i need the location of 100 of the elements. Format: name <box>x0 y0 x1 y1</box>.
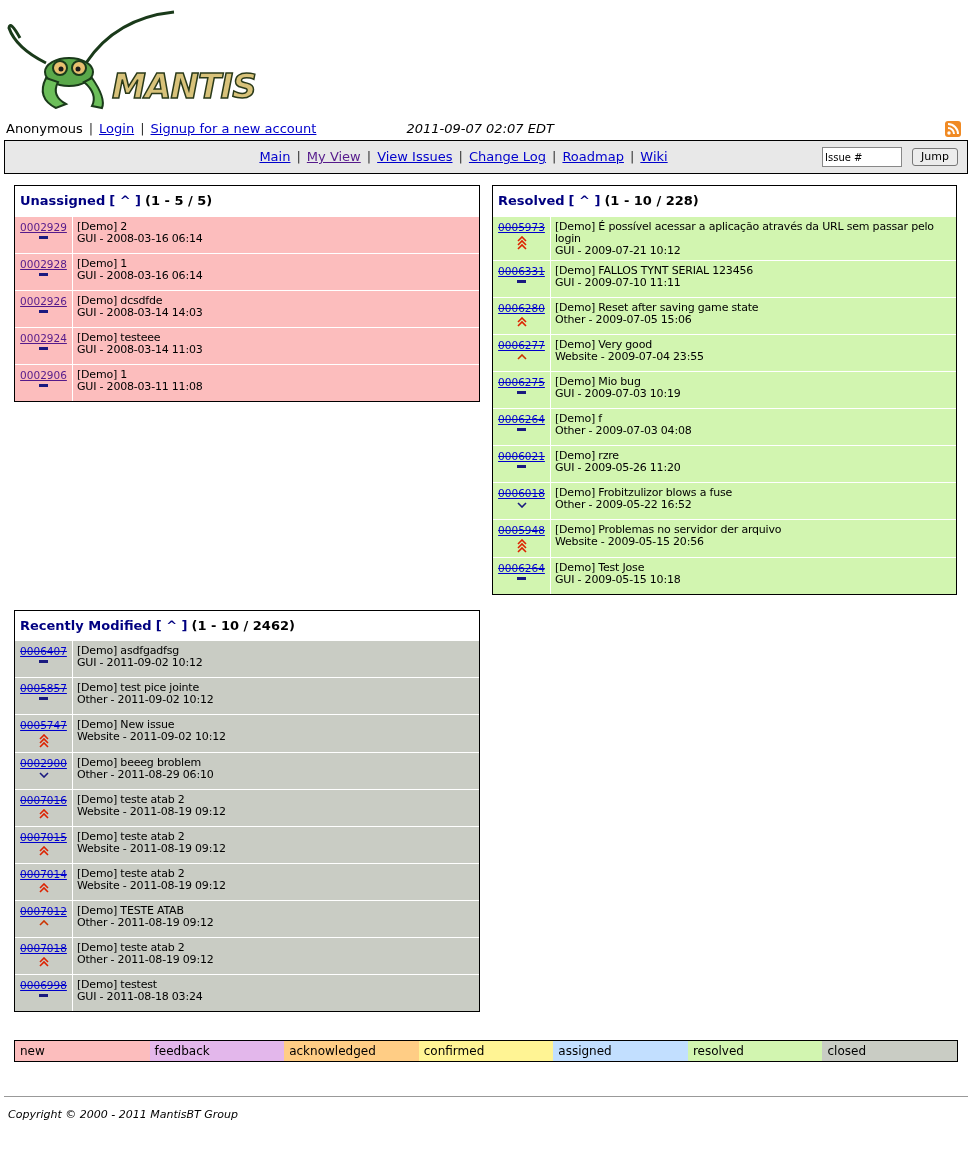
issue-meta: GUI - 2008-03-16 06:14 <box>77 269 203 282</box>
jump-button[interactable]: Jump <box>912 148 958 166</box>
issue-meta: Other - 2011-08-19 09:12 <box>77 917 214 929</box>
issue-summary: [Demo] New issue <box>77 719 176 731</box>
issue-meta: Other - 2011-08-29 06:10 <box>77 769 214 781</box>
issue-id-link[interactable]: 0006280 <box>498 301 545 314</box>
menu-link[interactable]: My View <box>306 147 361 167</box>
login-link[interactable]: Login <box>99 119 135 139</box>
panel-title[interactable]: Resolved <box>498 191 565 211</box>
panel-title[interactable]: Unassigned <box>20 191 106 211</box>
separator: | <box>140 120 145 139</box>
menu-link[interactable]: Roadmap <box>562 147 624 167</box>
menu-link[interactable]: Main <box>259 147 291 167</box>
issue-id-link[interactable]: 0006277 <box>498 338 545 351</box>
issue-id-link[interactable]: 0005973 <box>498 220 545 233</box>
collapse-link[interactable]: [ ^ ] <box>155 615 188 635</box>
issue-id-link[interactable]: 0006018 <box>498 486 545 499</box>
issue-id-link[interactable]: 0007012 <box>20 905 67 917</box>
separator: | <box>88 120 94 139</box>
status-legend-item: feedback <box>149 1041 285 1061</box>
logo-wordmark: MANTIS <box>112 66 256 106</box>
issue-meta: Other - 2009-05-22 16:52 <box>555 498 693 511</box>
issue-summary: [Demo] teste atab 2 <box>77 942 186 954</box>
status-legend-item: acknowledged <box>284 1041 419 1061</box>
issue-id-link[interactable]: 0002900 <box>20 757 67 769</box>
rss-icon[interactable] <box>945 121 961 137</box>
panel-count: (1 - 10 / 228) <box>604 192 699 210</box>
issue-id-link[interactable]: 0005747 <box>20 719 67 731</box>
issue-id-link[interactable]: 0002906 <box>20 368 67 381</box>
issue-meta: Website - 2009-05-15 20:56 <box>555 535 705 548</box>
separator: | <box>366 148 372 167</box>
issue-summary: [Demo] dcsdfde <box>77 294 164 307</box>
issue-meta: GUI - 2009-07-03 10:19 <box>555 387 681 400</box>
issue-meta: Other - 2009-07-05 15:06 <box>555 313 692 326</box>
issue-summary: [Demo] teste atab 2 <box>77 831 186 843</box>
signup-link[interactable]: Signup for a new account <box>150 119 317 139</box>
menu-link[interactable]: View Issues <box>377 147 453 167</box>
issue-summary: [Demo] 1 <box>77 368 129 381</box>
panel-count: (1 - 10 / 2462) <box>191 616 295 635</box>
issue-meta: Website - 2011-08-19 09:12 <box>77 806 226 818</box>
issue-meta: Website - 2011-09-02 10:12 <box>77 731 226 743</box>
status-legend-item: closed <box>822 1041 958 1061</box>
issue-meta: GUI - 2009-05-15 10:18 <box>555 573 681 586</box>
issue-summary: [Demo] teste atab 2 <box>77 868 186 880</box>
issue-summary: [Demo] É possível acessar a aplicação através da URL sem passar pelo login <box>555 220 935 245</box>
separator: | <box>629 148 635 167</box>
status-legend-item: resolved <box>687 1041 823 1061</box>
issue-id-link[interactable]: 0007016 <box>20 794 67 806</box>
issue-meta: GUI - 2009-07-21 10:12 <box>555 244 682 257</box>
issue-summary: [Demo] asdfgadfsg <box>77 645 180 657</box>
issue-id-link[interactable]: 0006998 <box>20 979 67 991</box>
issue-meta: Website - 2011-08-19 09:12 <box>77 843 226 855</box>
issue-id-link[interactable]: 0006264 <box>498 412 545 425</box>
issue-meta: GUI - 2011-08-18 03:24 <box>77 991 203 1003</box>
collapse-link[interactable]: [ ^ ] <box>568 191 601 211</box>
issue-meta: GUI - 2011-09-02 10:12 <box>77 657 203 669</box>
issue-meta: Website - 2011-08-19 09:12 <box>77 880 226 892</box>
issue-meta: Other - 2011-08-19 09:12 <box>77 954 214 966</box>
menu-link[interactable]: Change Log <box>468 147 547 167</box>
issue-id-link[interactable]: 0007018 <box>20 942 67 954</box>
issue-summary: [Demo] testest <box>77 979 158 991</box>
collapse-link[interactable]: [ ^ ] <box>109 191 142 211</box>
issue-meta: Other - 2009-07-03 04:08 <box>555 424 692 437</box>
issue-summary: [Demo] Mio bug <box>555 375 642 388</box>
issue-meta: GUI - 2008-03-14 14:03 <box>77 306 203 319</box>
issue-meta: Other - 2011-09-02 10:12 <box>77 694 214 706</box>
issue-summary: [Demo] Frobitzulizor blows a fuse <box>555 486 732 499</box>
issue-summary: [Demo] beeeg broblem <box>77 757 203 769</box>
status-legend-item: new <box>15 1041 150 1061</box>
issue-summary: [Demo] Very good <box>555 338 653 351</box>
issue-id-link[interactable]: 0002924 <box>20 331 67 344</box>
issue-id-link[interactable]: 0006407 <box>20 645 67 657</box>
current-datetime: 2011-09-07 02:07 EDT <box>406 120 554 139</box>
issue-summary: [Demo] rzre <box>555 449 620 462</box>
issue-summary: [Demo] FALLOS TYNT SERIAL 123456 <box>555 264 754 277</box>
issue-id-link[interactable]: 0005948 <box>498 523 545 536</box>
issue-summary: [Demo] Problemas no servidor der arquivo <box>555 523 782 536</box>
menu-link[interactable]: Wiki <box>640 147 668 167</box>
issue-id-link[interactable]: 0006021 <box>498 449 545 462</box>
issue-id-link[interactable]: 0002928 <box>20 257 67 270</box>
issue-id-link[interactable]: 0005857 <box>20 682 67 694</box>
issue-meta: GUI - 2009-05-26 11:20 <box>555 461 681 474</box>
issue-meta: GUI - 2008-03-14 11:03 <box>77 343 203 356</box>
panel-count: (1 - 5 / 5) <box>145 192 213 210</box>
issue-id-link[interactable]: 0006331 <box>498 264 545 277</box>
issue-id-link[interactable]: 0002929 <box>20 220 67 233</box>
issue-meta: GUI - 2008-03-16 06:14 <box>77 232 203 245</box>
issue-number-field[interactable]: Issue # <box>822 147 903 167</box>
issue-id-link[interactable]: 0007015 <box>20 831 67 843</box>
issue-summary: [Demo] Reset after saving game state <box>555 301 759 314</box>
issue-summary: [Demo] 2 <box>77 220 129 233</box>
separator: | <box>296 148 301 167</box>
issue-id-link[interactable]: 0002926 <box>20 294 67 307</box>
separator: | <box>458 148 463 167</box>
issue-summary: [Demo] test pice jointe <box>77 682 201 694</box>
issue-id-link[interactable]: 0006275 <box>498 375 545 388</box>
panel-title[interactable]: Recently Modified <box>20 615 152 635</box>
issue-id-link[interactable]: 0007014 <box>20 868 67 880</box>
issue-summary: [Demo] Test Jose <box>555 561 646 574</box>
issue-id-link[interactable]: 0006264 <box>498 561 545 574</box>
